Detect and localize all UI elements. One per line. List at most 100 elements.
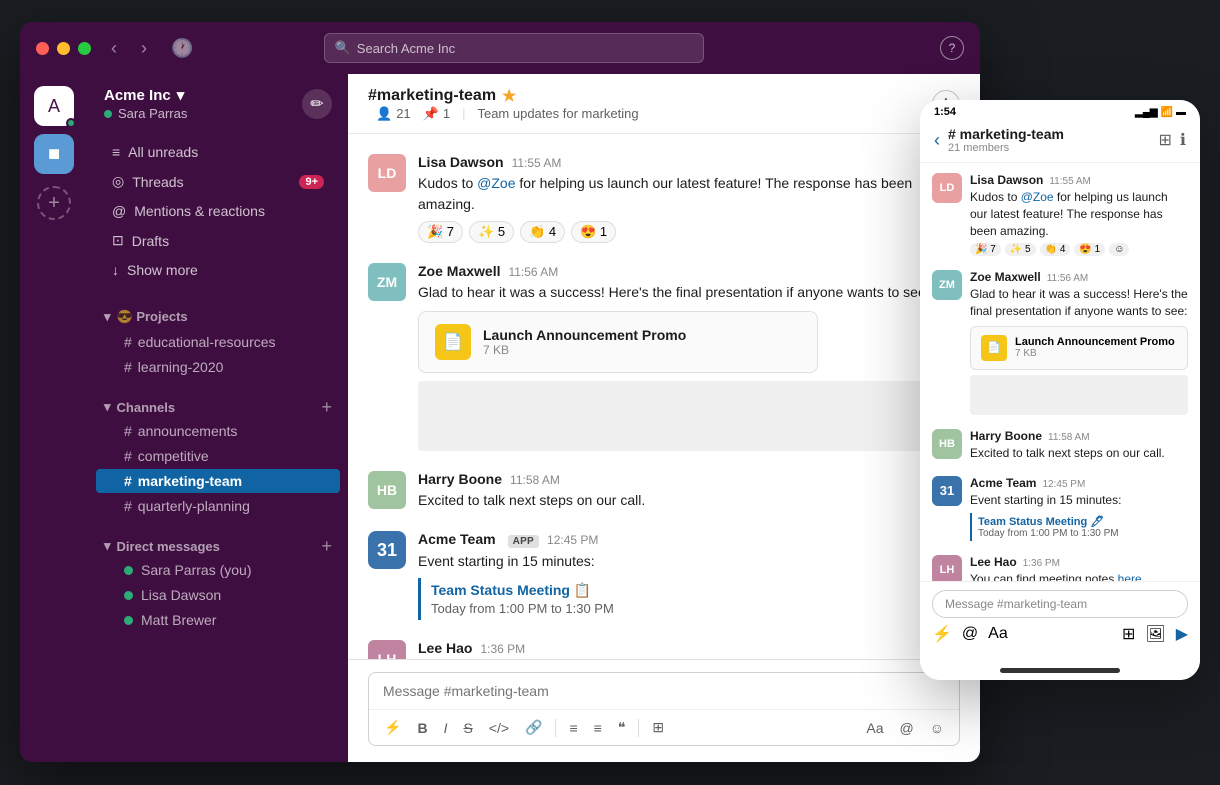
dm-lisa-dawson[interactable]: Lisa Dawson	[96, 583, 340, 607]
phone-text-size-icon[interactable]: Aa	[988, 625, 1008, 643]
help-label: ?	[949, 41, 956, 55]
dm-section-label[interactable]: ▾ Direct messages	[104, 538, 220, 554]
hash-icon: #	[124, 498, 132, 514]
event-title[interactable]: Team Status Meeting 📋	[431, 582, 960, 599]
workspace-avatar-primary[interactable]: A	[34, 86, 74, 126]
close-button[interactable]	[36, 42, 49, 55]
phone-attachment-icon[interactable]: ⊞	[1122, 624, 1135, 644]
channels-section-label[interactable]: ▾ Channels	[104, 399, 175, 415]
drafts-icon: ⊡	[112, 232, 124, 249]
dm-matt-brewer[interactable]: Matt Brewer	[96, 608, 340, 632]
main-content: #marketing-team ★ 👤 21 📌 1 | Tea	[348, 74, 980, 762]
phone-back-button[interactable]: ‹	[934, 130, 940, 151]
channel-item-educational-resources[interactable]: # educational-resources	[96, 330, 340, 354]
star-icon[interactable]: ★	[502, 86, 516, 106]
all-unreads-label: All unreads	[128, 144, 198, 160]
reaction-item[interactable]: 😍 1	[1074, 243, 1105, 256]
reaction-item[interactable]: ✨ 5	[469, 221, 514, 243]
code-button[interactable]: </>	[484, 717, 514, 739]
phone-info-icon[interactable]: ℹ	[1180, 130, 1186, 150]
drafts-label: Drafts	[132, 233, 169, 249]
reaction-item[interactable]: 😍 1	[571, 221, 616, 243]
add-channel-button[interactable]: +	[321, 398, 332, 416]
file-attachment[interactable]: 📄 Launch Announcement Promo 7 KB	[418, 311, 818, 373]
numbered-list-button[interactable]: ≡	[564, 717, 582, 739]
sidebar-item-all-unreads[interactable]: ≡ All unreads	[96, 138, 340, 166]
back-button[interactable]: ‹	[107, 36, 121, 61]
sidebar-item-drafts[interactable]: ⊡ Drafts	[96, 226, 340, 255]
dm-name: Lisa Dawson	[141, 587, 221, 603]
traffic-lights	[36, 42, 91, 55]
messages-area[interactable]: LD Lisa Dawson 11:55 AM Kudos to @Zoe fo…	[348, 134, 980, 659]
link-button[interactable]: 🔗	[520, 716, 547, 739]
channel-item-learning-2020[interactable]: # learning-2020	[96, 355, 340, 379]
workspace-name[interactable]: Acme Inc ▾	[104, 86, 187, 104]
minimize-button[interactable]	[57, 42, 70, 55]
text-size-button[interactable]: Aa	[861, 717, 888, 739]
sidebar-item-show-more[interactable]: ↓ Show more	[96, 256, 340, 284]
help-button[interactable]: ?	[940, 36, 964, 60]
history-button[interactable]: 🕐	[167, 36, 197, 61]
event-card: Team Status Meeting 📋 Today from 1:00 PM…	[418, 578, 960, 620]
message-time: 11:58 AM	[1048, 432, 1090, 443]
bullet-list-button[interactable]: ≡	[589, 717, 607, 739]
message-content: Lisa Dawson 11:55 AM Kudos to @Zoe for h…	[418, 154, 960, 243]
message-text: Excited to talk next steps on our call.	[418, 490, 960, 511]
compose-button[interactable]: ✏	[302, 89, 332, 119]
channel-item-competitive[interactable]: # competitive	[96, 444, 340, 468]
phone-message-input[interactable]: Message #marketing-team	[932, 590, 1188, 618]
sidebar-item-mentions[interactable]: @ Mentions & reactions	[96, 197, 340, 225]
forward-button[interactable]: ›	[137, 36, 151, 61]
projects-section-header[interactable]: ▾ 😎 Projects	[88, 301, 348, 329]
emoji-button[interactable]: ☺	[925, 717, 949, 739]
pin-count-label: 1	[443, 106, 450, 121]
file-size: 7 KB	[1015, 348, 1175, 359]
phone-messages-area[interactable]: LD Lisa Dawson 11:55 AM Kudos to @Zoe fo…	[920, 163, 1200, 581]
reaction-item[interactable]: 👏 4	[520, 221, 565, 243]
file-attachment[interactable]: 📄 Launch Announcement Promo 7 KB	[970, 326, 1188, 370]
reaction-item[interactable]: 🎉 7	[418, 221, 463, 243]
workspace-avatar-secondary[interactable]: ■	[34, 134, 74, 174]
table-row: 31 Acme Team APP 12:45 PM Event starting…	[368, 531, 960, 620]
add-dm-button[interactable]: +	[321, 537, 332, 555]
quote-button[interactable]: ❝	[613, 716, 631, 739]
phone-image-icon[interactable]: 🖼	[1145, 624, 1165, 644]
bold-button[interactable]: B	[412, 717, 432, 739]
event-title[interactable]: Team Status Meeting 🖊	[978, 515, 1188, 528]
sidebar-nav: ≡ All unreads ◎ Threads 9+ @ Mentions & …	[88, 133, 348, 289]
phone-send-button[interactable]: ▶	[1176, 624, 1188, 644]
search-bar[interactable]: 🔍 Search Acme Inc	[324, 33, 704, 63]
reaction-item[interactable]: 👏 4	[1040, 243, 1071, 256]
phone-search-icon[interactable]: ⊞	[1159, 130, 1172, 150]
phone-mention-icon[interactable]: @	[962, 625, 978, 643]
message-author: Acme Team	[970, 476, 1036, 490]
fullscreen-button[interactable]	[78, 42, 91, 55]
channels-label: Channels	[117, 400, 176, 415]
italic-button[interactable]: I	[439, 717, 453, 739]
reaction-item[interactable]: 🎉 7	[970, 243, 1001, 256]
avatar: LH	[932, 555, 962, 581]
channel-item-marketing-team[interactable]: # marketing-team	[96, 469, 340, 493]
reaction-item[interactable]: ☺	[1109, 243, 1129, 256]
sidebar-item-threads[interactable]: ◎ Threads 9+	[96, 167, 340, 196]
layout-button[interactable]: ⊞	[647, 716, 669, 739]
add-workspace-button[interactable]: +	[37, 186, 71, 220]
phone-lightning-icon[interactable]: ⚡	[932, 624, 952, 644]
lightning-button[interactable]: ⚡	[379, 716, 406, 739]
phone-toolbar: ⚡ @ Aa ⊞ 🖼 ▶	[932, 624, 1188, 644]
channel-name: #marketing-team	[368, 87, 496, 105]
dm-sara-parras[interactable]: Sara Parras (you)	[96, 558, 340, 582]
event-card: Team Status Meeting 🖊 Today from 1:00 PM…	[970, 513, 1188, 541]
message-author: Harry Boone	[970, 429, 1042, 443]
mention[interactable]: @Zoe	[477, 175, 515, 191]
message-input[interactable]	[369, 673, 959, 709]
strikethrough-button[interactable]: S	[458, 717, 477, 739]
mention-button[interactable]: @	[894, 717, 918, 739]
channel-item-announcements[interactable]: # announcements	[96, 419, 340, 443]
reaction-item[interactable]: ✨ 5	[1005, 243, 1036, 256]
message-header: Harry Boone 11:58 AM	[418, 471, 960, 487]
meeting-notes-link[interactable]: here	[1118, 572, 1142, 581]
phone-actions: ⊞ ℹ	[1159, 130, 1186, 150]
channels-section: ▾ Channels + # announcements # competiti…	[88, 392, 348, 519]
channel-item-quarterly-planning[interactable]: # quarterly-planning	[96, 494, 340, 518]
